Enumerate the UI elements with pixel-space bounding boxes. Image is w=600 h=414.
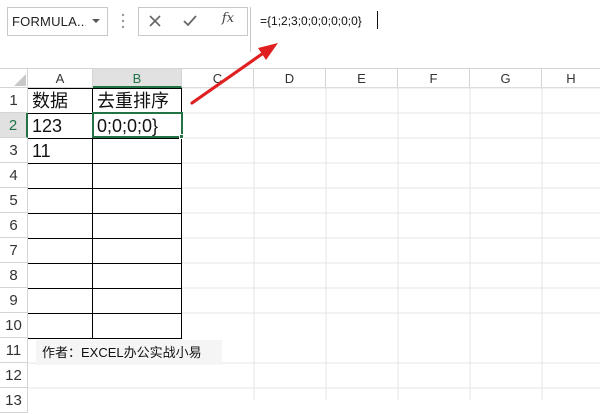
cell-b5[interactable] — [93, 189, 182, 214]
cell-b6[interactable] — [93, 214, 182, 239]
drag-handle-icon[interactable] — [121, 11, 125, 31]
cell-b1[interactable]: 去重排序 — [93, 89, 182, 114]
cell-a1[interactable]: 数据 — [28, 89, 93, 114]
author-credit: 作者：EXCEL办公实战小易 — [36, 340, 222, 365]
cell-b4[interactable] — [93, 164, 182, 189]
name-box-value[interactable]: FORMULA... — [12, 14, 86, 30]
cell-b3[interactable] — [93, 139, 182, 164]
checkmark-icon[interactable] — [182, 13, 198, 28]
cell-b7[interactable] — [93, 239, 182, 264]
formula-text[interactable]: ={1;2;3;0;0;0;0;0;0} — [260, 12, 590, 30]
cell-b8[interactable] — [93, 264, 182, 289]
cell-a4[interactable] — [28, 164, 93, 189]
cell-a9[interactable] — [28, 289, 93, 314]
chevron-down-icon[interactable] — [91, 16, 101, 26]
cell-a7[interactable] — [28, 239, 93, 264]
cell-a10[interactable] — [28, 314, 93, 339]
cell-b9[interactable] — [93, 289, 182, 314]
cell-a3[interactable]: 11 — [28, 139, 93, 164]
text-cursor — [377, 11, 378, 29]
cell-a6[interactable] — [28, 214, 93, 239]
close-icon[interactable] — [148, 14, 162, 28]
cell-a2[interactable]: 123 — [28, 114, 93, 139]
active-cell-outline — [92, 112, 183, 138]
insert-function-button[interactable]: fx — [217, 10, 239, 28]
cell-a5[interactable] — [28, 189, 93, 214]
fill-handle[interactable] — [179, 134, 184, 139]
cell-a8[interactable] — [28, 264, 93, 289]
cell-b10[interactable] — [93, 314, 182, 339]
